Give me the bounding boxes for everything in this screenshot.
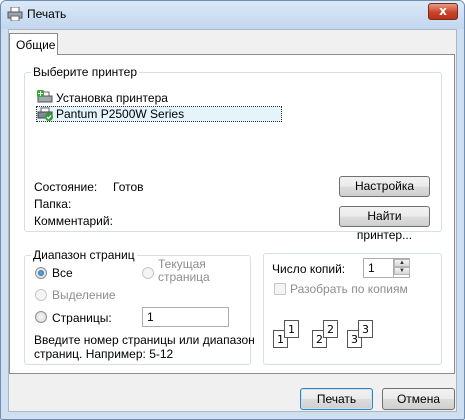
printer-item-add-label: Установка принтера: [56, 91, 168, 105]
page-range-hint: Введите номер страницы или диапазон стра…: [34, 333, 255, 361]
print-dialog: Печать x Общие Выберите принтер Установк…: [0, 0, 465, 420]
range-current-radio[interactable]: [142, 267, 154, 279]
tab-general[interactable]: Общие: [9, 33, 58, 55]
default-printer-icon: [37, 107, 53, 121]
page-range-group-title: Диапазон страниц: [31, 248, 137, 262]
title-bar[interactable]: Печать x: [1, 1, 464, 29]
spin-up-icon[interactable]: ▲: [394, 259, 410, 267]
printer-icon: [7, 7, 23, 21]
copies-spinner[interactable]: ▲ ▼: [393, 259, 410, 277]
settings-button-label: Настройка: [354, 179, 415, 193]
tab-general-label: Общие: [16, 38, 56, 52]
find-printer-button[interactable]: Найти принтер...: [339, 206, 430, 242]
folder-label: Папка:: [34, 197, 72, 211]
window-title: Печать: [27, 7, 67, 21]
range-selection-radio[interactable]: [35, 289, 47, 301]
close-icon: x: [439, 4, 447, 18]
range-pages-label[interactable]: Страницы:: [52, 311, 112, 325]
collate-preview-page: 1: [284, 320, 299, 338]
range-current-label[interactable]: Текущая страница: [158, 258, 210, 284]
close-button[interactable]: x: [428, 3, 458, 20]
cancel-button-label: Отмена: [396, 392, 441, 406]
printer-group-title: Выберите принтер: [31, 65, 139, 79]
collate-label[interactable]: Разобрать по копиям: [290, 282, 408, 296]
range-selection-label[interactable]: Выделение: [52, 288, 116, 302]
collate-preview-page: 3: [358, 320, 373, 338]
copies-input-value: 1: [368, 261, 375, 275]
find-printer-button-label: Найти принтер...: [356, 209, 413, 242]
comment-label: Комментарий:: [34, 214, 113, 228]
pages-input-value: 1: [147, 310, 154, 324]
pages-input[interactable]: 1: [142, 307, 229, 327]
range-pages-radio[interactable]: [35, 311, 47, 323]
add-printer-icon: [37, 90, 53, 103]
cancel-button[interactable]: Отмена: [382, 388, 455, 410]
status-value: Готов: [113, 180, 144, 194]
spin-down-icon[interactable]: ▼: [394, 267, 410, 275]
printer-item-pantum-label: Pantum P2500W Series: [56, 107, 185, 121]
range-all-label[interactable]: Все: [52, 266, 73, 280]
settings-button[interactable]: Настройка: [339, 176, 430, 197]
print-button-label: Печать: [316, 392, 357, 406]
collate-checkbox[interactable]: [274, 283, 286, 295]
status-label: Состояние:: [34, 180, 98, 194]
copies-label: Число копий:: [272, 262, 346, 276]
collate-preview-page: 2: [323, 320, 338, 338]
range-all-radio[interactable]: [35, 267, 47, 279]
print-button[interactable]: Печать: [300, 388, 373, 410]
